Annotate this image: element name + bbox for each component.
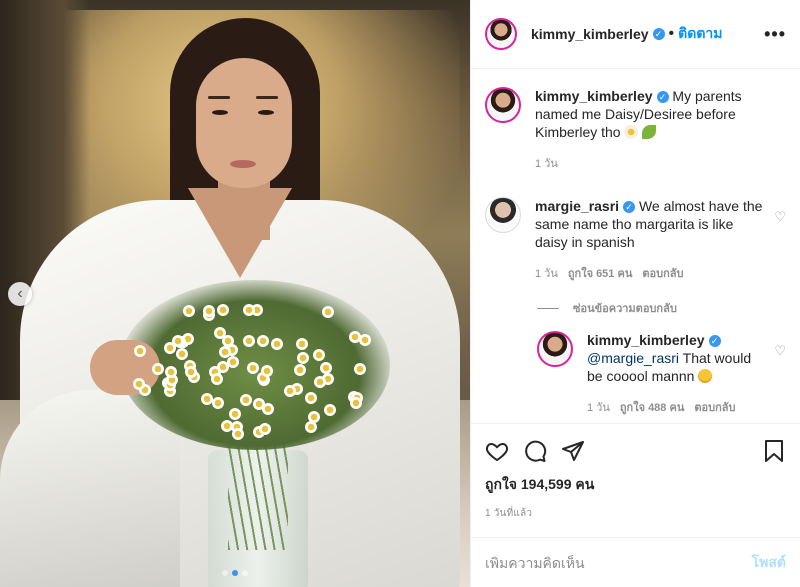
daisy-flower xyxy=(297,351,310,364)
daisy-flower xyxy=(182,304,195,317)
daisy-flower xyxy=(323,404,336,417)
post-time[interactable]: 1 วันที่แล้ว xyxy=(485,506,786,521)
daisy-flower xyxy=(132,377,145,390)
laughing-emoji xyxy=(698,369,713,383)
follow-button[interactable]: ติดตาม xyxy=(678,23,722,45)
reply-comment: kimmy_kimberley ✓ @margie_rasri That woul… xyxy=(537,331,786,417)
comment-time[interactable]: 1 วัน xyxy=(587,399,610,417)
reply-button[interactable]: ตอบกลับ xyxy=(694,399,735,417)
comment-body: kimmy_kimberley ✓ @margie_rasri That woul… xyxy=(587,331,786,417)
daisy-flower xyxy=(172,334,184,347)
comment-time[interactable]: 1 วัน xyxy=(535,265,558,283)
comment-like-heart-icon[interactable]: ♡ xyxy=(774,343,786,359)
daisy-flower xyxy=(260,364,273,377)
comment-meta: 1 วัน ถูกใจ 488 คน ตอบกลับ xyxy=(587,399,766,417)
daisy-flower xyxy=(293,364,306,377)
verified-badge-icon: ✓ xyxy=(708,335,721,347)
daisy-emoji xyxy=(624,125,639,139)
mention-link[interactable]: @margie_rasri xyxy=(587,350,679,366)
avatar[interactable] xyxy=(537,331,573,367)
comment-like-heart-icon[interactable]: ♡ xyxy=(774,209,786,225)
comment-time[interactable]: 1 วัน xyxy=(535,155,558,173)
daisy-flower xyxy=(256,334,269,347)
post-modal: ‹ kimmy_kimberley ✓ • ติดตาม ••• kimmy_k… xyxy=(0,0,800,587)
separator: • xyxy=(668,25,675,42)
daisy-flower xyxy=(213,327,226,340)
daisy-flower xyxy=(348,331,361,344)
right-eyebrow xyxy=(256,96,278,99)
left-eyebrow xyxy=(208,96,230,99)
daisy-flower xyxy=(313,376,326,389)
hide-replies-label: ซ่อนข้อความตอบกลับ xyxy=(573,303,677,315)
comment-icon[interactable] xyxy=(523,439,547,463)
comment-username[interactable]: kimmy_kimberley xyxy=(587,332,705,348)
face xyxy=(196,58,292,188)
post-comment-button[interactable]: โพสต์ xyxy=(752,552,786,574)
daisy-flower xyxy=(226,356,239,369)
avatar[interactable] xyxy=(485,18,517,50)
comment-body: kimmy_kimberley ✓ My parents named me Dai… xyxy=(535,87,786,173)
comment-username[interactable]: margie_rasri xyxy=(535,198,619,214)
daisy-flower xyxy=(307,410,320,423)
verified-badge-icon: ✓ xyxy=(652,28,665,40)
daisy-flower xyxy=(217,303,230,316)
share-icon[interactable] xyxy=(561,439,585,463)
daisy-flower xyxy=(319,361,332,374)
daisy-flower xyxy=(239,393,252,406)
comment-input[interactable] xyxy=(485,554,752,571)
caption-comment: kimmy_kimberley ✓ My parents named me Dai… xyxy=(485,87,786,173)
daisy-flower xyxy=(228,408,241,421)
more-options-icon[interactable]: ••• xyxy=(764,24,786,45)
daisy-flower xyxy=(216,360,229,373)
verified-badge-icon: ✓ xyxy=(623,201,636,213)
daisy-flower xyxy=(243,334,255,347)
bookmark-icon[interactable] xyxy=(762,439,786,463)
comments-list: kimmy_kimberley ✓ My parents named me Dai… xyxy=(471,69,800,423)
post-photo: ‹ xyxy=(0,0,470,587)
carousel-dot xyxy=(242,570,248,576)
lips xyxy=(230,160,256,168)
action-bar: ถูกใจ 194,599 คน 1 วันที่แล้ว xyxy=(471,423,800,521)
shirt-collar xyxy=(188,188,292,278)
comment-username[interactable]: kimmy_kimberley xyxy=(535,88,653,104)
post-panel: kimmy_kimberley ✓ • ติดตาม ••• kimmy_kim… xyxy=(470,0,800,587)
header-user: kimmy_kimberley ✓ • ติดตาม xyxy=(531,23,723,45)
carousel-dot-active xyxy=(232,570,238,576)
daisy-flower xyxy=(202,304,215,317)
daisy-flower xyxy=(246,361,259,374)
daisy-flower xyxy=(218,345,231,358)
left-eye xyxy=(212,110,228,115)
reply-button[interactable]: ตอบกลับ xyxy=(642,265,683,283)
daisy-flower xyxy=(151,363,164,376)
leaf-emoji xyxy=(642,125,657,139)
comment-meta: 1 วัน xyxy=(535,155,766,173)
chevron-left-icon: ‹ xyxy=(17,285,23,302)
owner-username[interactable]: kimmy_kimberley xyxy=(531,26,649,42)
photo-prev-button[interactable]: ‹ xyxy=(8,282,32,306)
daisy-flower xyxy=(353,363,366,376)
comment-likes[interactable]: ถูกใจ 488 คน xyxy=(620,399,684,417)
carousel-dots xyxy=(222,570,248,576)
carousel-dot xyxy=(222,570,228,576)
comment-meta: 1 วัน ถูกใจ 651 คน ตอบกลับ xyxy=(535,265,766,283)
comment-likes[interactable]: ถูกใจ 651 คน xyxy=(568,265,632,283)
comment-body: margie_rasri ✓ We almost have the same na… xyxy=(535,197,786,283)
right-eye xyxy=(258,110,274,115)
daisy-flower xyxy=(304,420,317,433)
avatar[interactable] xyxy=(485,87,521,123)
like-count[interactable]: ถูกใจ 194,599 คน xyxy=(485,474,786,496)
post-header: kimmy_kimberley ✓ • ติดตาม ••• xyxy=(471,0,800,69)
avatar[interactable] xyxy=(485,197,521,233)
daisy-flower xyxy=(283,384,296,397)
action-icons xyxy=(485,432,786,470)
divider-line xyxy=(537,307,559,309)
heart-icon[interactable] xyxy=(485,439,509,463)
verified-badge-icon: ✓ xyxy=(656,91,669,103)
comment: margie_rasri ✓ We almost have the same na… xyxy=(485,197,786,283)
add-comment-bar: โพสต์ xyxy=(471,537,800,587)
hide-replies-button[interactable]: ซ่อนข้อความตอบกลับ xyxy=(537,299,786,317)
